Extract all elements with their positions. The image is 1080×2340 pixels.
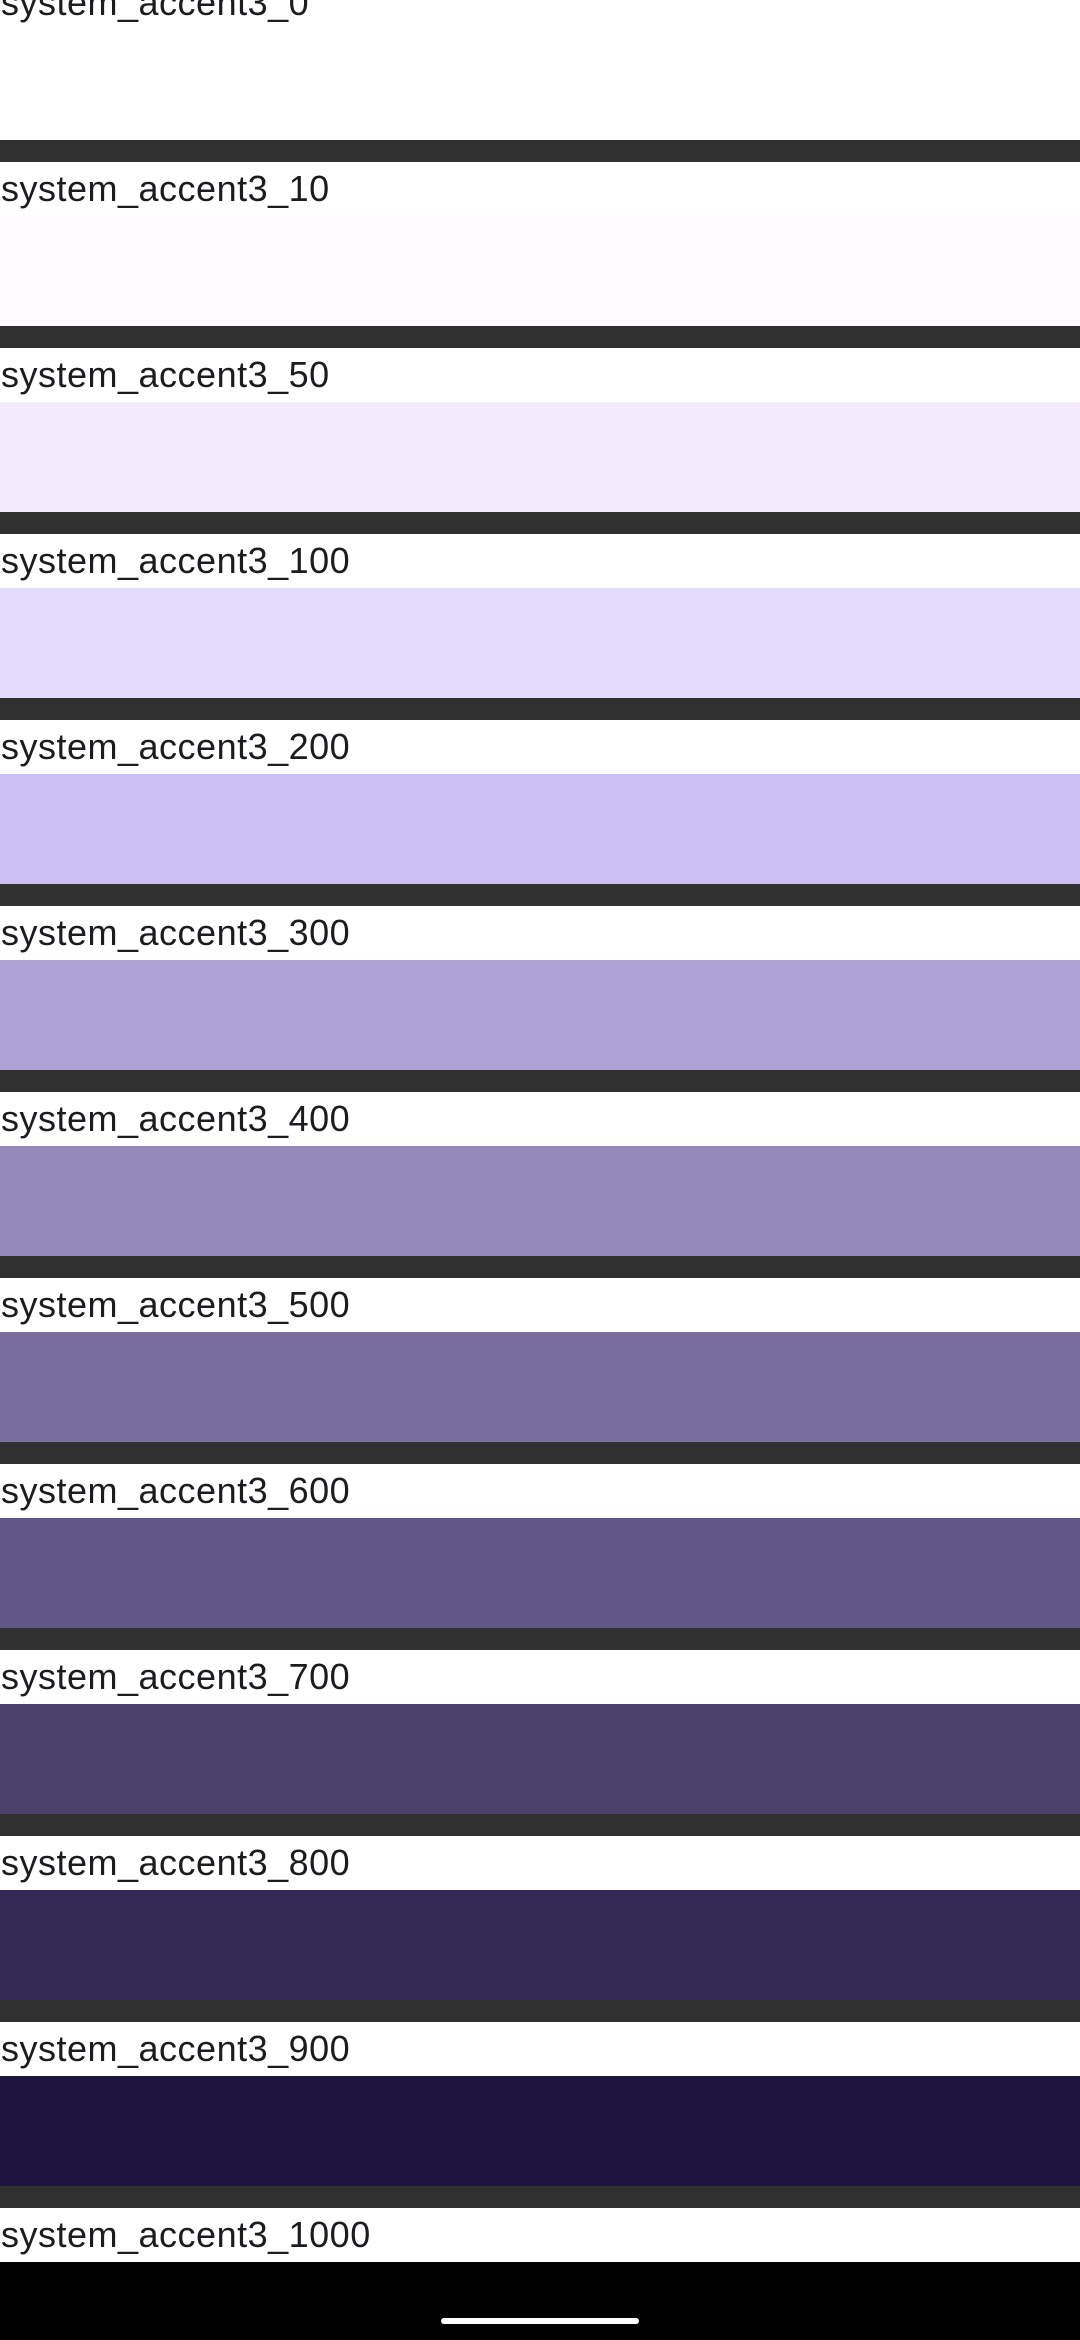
color-name-label: system_accent3_600 [1, 1470, 351, 1511]
color-swatch [0, 1890, 1080, 2000]
color-name-label: system_accent3_900 [1, 2028, 351, 2069]
color-swatch [0, 1332, 1080, 1442]
divider [0, 2186, 1080, 2208]
color-swatch [0, 30, 1080, 140]
divider [0, 2000, 1080, 2022]
palette-item: system_accent3_300 [0, 906, 1080, 1092]
color-name-label: system_accent3_200 [1, 726, 351, 767]
divider [0, 326, 1080, 348]
color-swatch [0, 1146, 1080, 1256]
color-swatch [0, 2076, 1080, 2186]
palette-item: system_accent3_50 [0, 348, 1080, 534]
color-name-label: system_accent3_10 [1, 168, 330, 209]
palette-item: system_accent3_400 [0, 1092, 1080, 1278]
divider [0, 1070, 1080, 1092]
color-swatch [0, 216, 1080, 326]
color-name-label: system_accent3_0 [1, 0, 310, 23]
color-swatch [0, 774, 1080, 884]
color-name-label: system_accent3_800 [1, 1842, 351, 1883]
color-name-label: system_accent3_1000 [1, 2214, 371, 2255]
home-gesture-handle[interactable] [441, 2318, 639, 2324]
palette-item: system_accent3_200 [0, 720, 1080, 906]
divider [0, 1628, 1080, 1650]
palette-item: system_accent3_800 [0, 1836, 1080, 2022]
palette-item: system_accent3_900 [0, 2022, 1080, 2208]
color-name-label: system_accent3_500 [1, 1284, 351, 1325]
navigation-bar [0, 2274, 1080, 2340]
palette-item: system_accent3_0 [0, 0, 1080, 162]
color-name-label: system_accent3_700 [1, 1656, 351, 1697]
palette-item: system_accent3_10 [0, 162, 1080, 348]
palette-item: system_accent3_700 [0, 1650, 1080, 1836]
screen: system_accent3_0 system_accent3_10 system_… [0, 0, 1080, 2340]
divider [0, 1256, 1080, 1278]
color-name-label: system_accent3_50 [1, 354, 330, 395]
divider [0, 1442, 1080, 1464]
divider [0, 140, 1080, 162]
color-swatch [0, 1704, 1080, 1814]
palette-item: system_accent3_100 [0, 534, 1080, 720]
color-name-label: system_accent3_300 [1, 912, 351, 953]
palette-item: system_accent3_600 [0, 1464, 1080, 1650]
color-swatch [0, 1518, 1080, 1628]
color-swatch [0, 402, 1080, 512]
divider [0, 884, 1080, 906]
palette-item: system_accent3_500 [0, 1278, 1080, 1464]
color-swatch [0, 960, 1080, 1070]
color-name-label: system_accent3_400 [1, 1098, 351, 1139]
color-name-label: system_accent3_100 [1, 540, 351, 581]
divider [0, 698, 1080, 720]
color-swatch [0, 588, 1080, 698]
palette-list[interactable]: system_accent3_0 system_accent3_10 system_… [0, 0, 1080, 2340]
divider [0, 512, 1080, 534]
divider [0, 1814, 1080, 1836]
